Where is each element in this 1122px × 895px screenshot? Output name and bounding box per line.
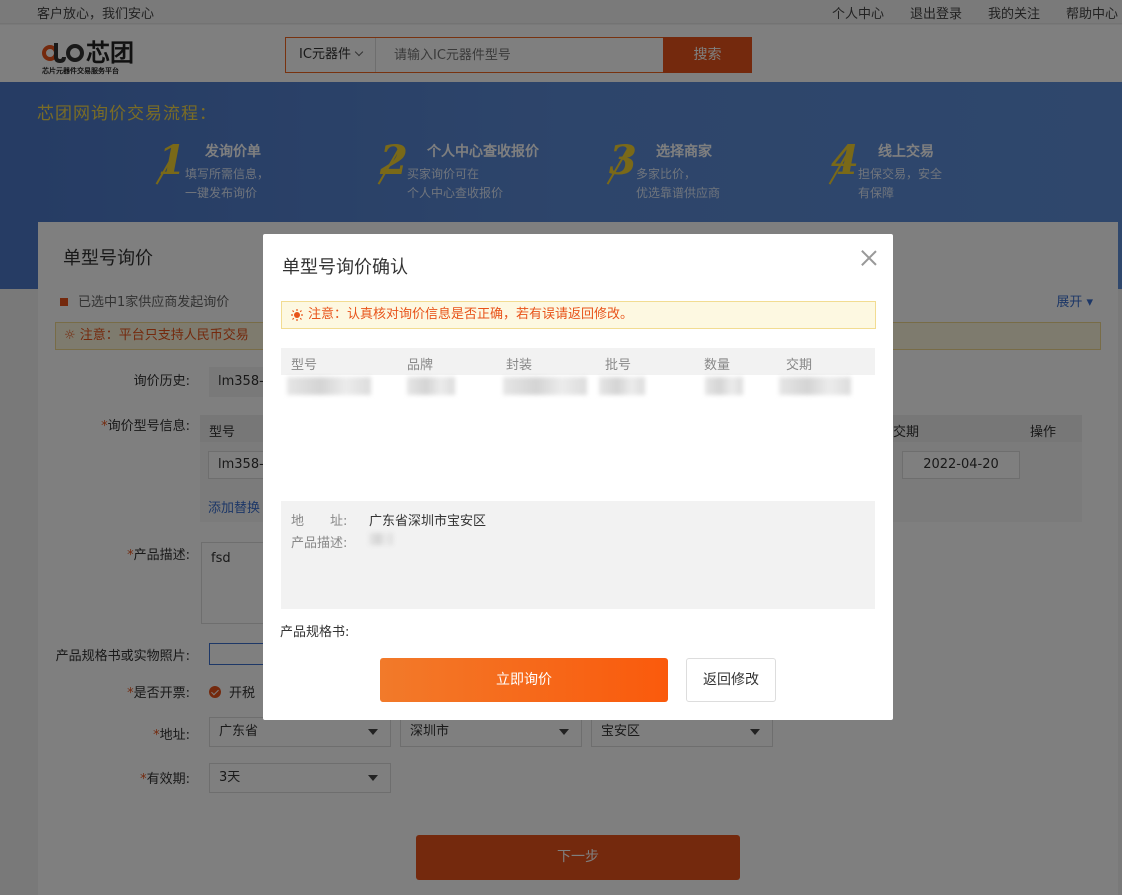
modal-title: 单型号询价确认 xyxy=(282,257,408,278)
address-label: 地 址: xyxy=(291,514,348,529)
column-package: 封装 xyxy=(506,358,533,373)
modal-table-header: 型号 品牌 封装 批号 数量 交期 xyxy=(281,348,875,375)
blurred-desc xyxy=(369,533,393,545)
blurred-cell xyxy=(407,377,455,395)
sun-icon xyxy=(291,309,303,321)
address-value: 广东省深圳市宝安区 xyxy=(369,514,487,529)
back-edit-button[interactable]: 返回修改 xyxy=(686,658,776,702)
column-model: 型号 xyxy=(291,358,318,373)
blurred-cell xyxy=(779,377,851,395)
close-icon[interactable] xyxy=(859,248,879,268)
column-quantity: 数量 xyxy=(704,358,731,373)
blurred-cell xyxy=(599,377,645,395)
confirm-modal: 单型号询价确认 注意：认真核对询价信息是否正确，若有误请返回修改。 型号 品牌 … xyxy=(263,234,893,720)
blurred-cell xyxy=(503,377,587,395)
desc-label: 产品描述: xyxy=(291,536,348,551)
table-row xyxy=(281,375,875,401)
column-batch: 批号 xyxy=(605,358,632,373)
spec-label: 产品规格书: xyxy=(280,625,350,640)
submit-inquiry-button[interactable]: 立即询价 xyxy=(380,658,668,702)
column-delivery: 交期 xyxy=(786,358,813,373)
modal-notice: 注意：认真核对询价信息是否正确，若有误请返回修改。 xyxy=(281,301,876,329)
blurred-cell xyxy=(287,377,371,395)
column-brand: 品牌 xyxy=(407,358,434,373)
modal-info-box: 地 址: 广东省深圳市宝安区 产品描述: xyxy=(281,501,875,609)
blurred-cell xyxy=(705,377,743,395)
